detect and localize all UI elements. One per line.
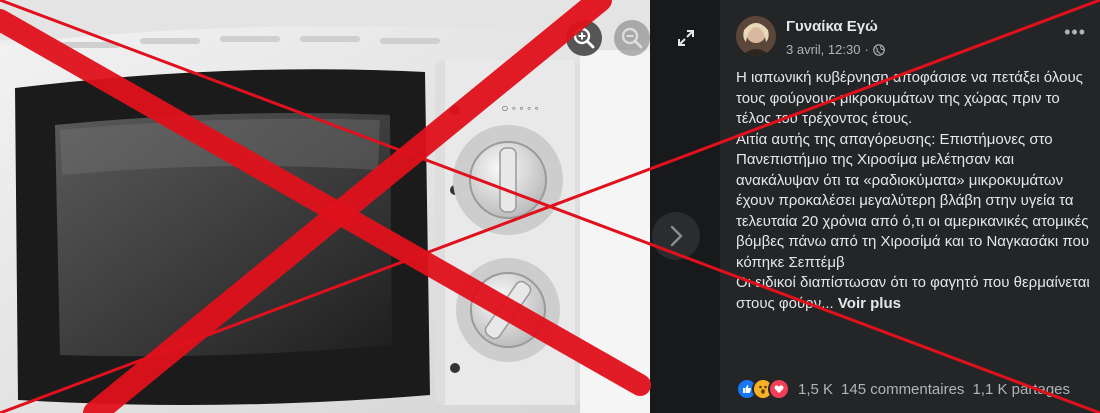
avatar-image — [736, 16, 776, 56]
globe-icon — [872, 43, 885, 56]
shares-count[interactable]: 1,1 K partages — [972, 381, 1070, 398]
see-more-link[interactable]: Voir plus — [838, 295, 901, 312]
zoom-in-button[interactable] — [566, 20, 602, 56]
post-date[interactable]: 3 avril, 12:30 — [786, 42, 860, 57]
microwave-photo: ○ ◦ ◦ ◦ ◦ — [0, 0, 650, 413]
post-paragraph: Οι ειδικοί διαπίστωσαν ότι το φαγητό που… — [736, 273, 1090, 314]
post-text: Η ιαπωνική κυβέρνηση αποφάσισε να πετάξε… — [736, 68, 1090, 314]
photo-viewer: ○ ◦ ◦ ◦ ◦ — [0, 0, 650, 413]
comments-count[interactable]: 145 commentaires — [841, 381, 964, 398]
expand-button[interactable] — [676, 28, 696, 48]
post-stats: 1,5 K 145 commentaires 1,1 K partages — [792, 381, 1070, 398]
next-photo-button[interactable] — [652, 212, 700, 260]
author-name[interactable]: Γυναίκα Εγώ — [786, 18, 878, 35]
more-options-button[interactable]: ••• — [1064, 22, 1086, 43]
post-paragraph: Αιτία αυτής της απαγόρευσης: Επιστήμονες… — [736, 130, 1090, 271]
reactions-bar: 1,5 K 145 commentaires 1,1 K partages — [736, 378, 1090, 400]
zoom-out-icon — [621, 27, 643, 49]
reaction-icons[interactable] — [736, 378, 790, 400]
zoom-out-button[interactable] — [614, 20, 650, 56]
post-panel: Γυναίκα Εγώ 3 avril, 12:30 · ••• Η ιαπων… — [720, 0, 1100, 413]
meta-separator: · — [864, 42, 869, 57]
post-paragraph: Η ιαπωνική κυβέρνηση αποφάσισε να πετάξε… — [736, 69, 1083, 127]
zoom-in-icon — [573, 27, 595, 49]
avatar[interactable] — [736, 16, 776, 56]
post-meta: 3 avril, 12:30 · — [786, 42, 885, 57]
post-paragraph-text: Οι ειδικοί διαπίστωσαν ότι το φαγητό που… — [736, 274, 1090, 312]
expand-icon — [678, 30, 694, 46]
love-icon — [768, 378, 790, 400]
chevron-right-icon — [670, 225, 683, 247]
reactions-count[interactable]: 1,5 K — [798, 381, 833, 398]
svg-text:○ ◦ ◦ ◦ ◦: ○ ◦ ◦ ◦ ◦ — [501, 101, 539, 115]
